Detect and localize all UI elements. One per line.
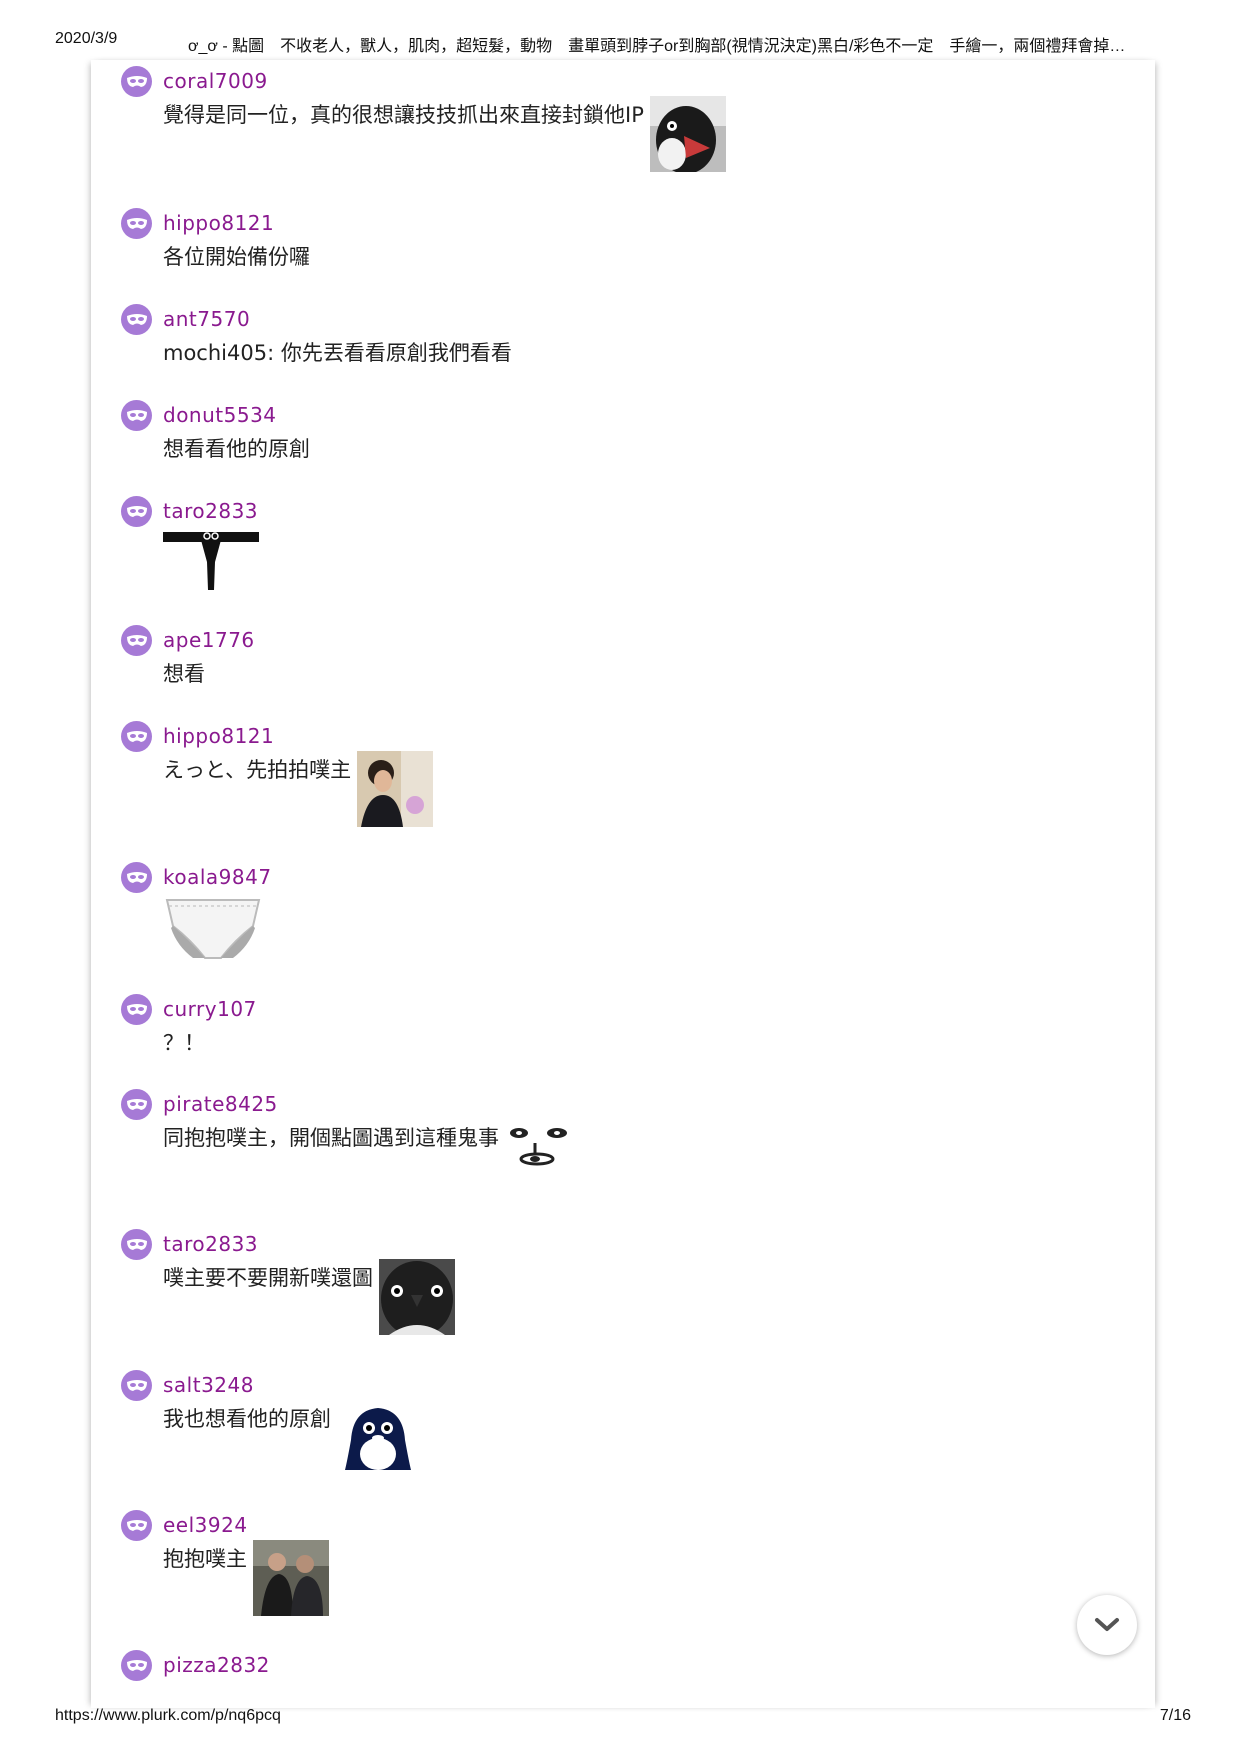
response-text: えっと、先拍拍噗主: [163, 758, 352, 782]
penguin-screaming-photo: [649, 96, 726, 177]
chevron-down-icon: [1095, 1618, 1119, 1631]
response-text: 抱抱噗主: [163, 1547, 247, 1571]
mask-icon[interactable]: [121, 994, 152, 1025]
responses-panel: coral7009 覺得是同一位，真的很想讓技技抓出來直接封鎖他IP hippo…: [91, 60, 1155, 1708]
print-date: 2020/3/9: [55, 30, 118, 47]
username-link[interactable]: donut5534: [163, 403, 277, 427]
response-text: 覺得是同一位，真的很想讓技技抓出來直接封鎖他IP: [163, 103, 644, 127]
mask-icon[interactable]: [121, 496, 152, 527]
response-item: pirate8425 同抱抱噗主，開個點圖遇到這種鬼事: [121, 1089, 567, 1176]
username-link[interactable]: ape1776: [163, 628, 255, 652]
response-item: eel3924 抱抱噗主: [121, 1510, 329, 1621]
print-header: 2020/3/9 ơ_ơ - 點圖 不收老人，獸人，肌肉，超短髮，動物 畫單頭到…: [0, 30, 1240, 60]
response-text: 我也想看他的原創: [163, 1407, 331, 1431]
username-link[interactable]: hippo8121: [163, 211, 274, 235]
penguin-cartoon: [343, 1404, 413, 1479]
username-link[interactable]: salt3248: [163, 1373, 254, 1397]
username-link[interactable]: koala9847: [163, 865, 272, 889]
mask-icon[interactable]: [121, 625, 152, 656]
mask-icon[interactable]: [121, 66, 152, 97]
response-text: mochi405: 你先丟看看原創我們看看: [163, 341, 512, 365]
response-text: 想看看他的原創: [163, 437, 310, 461]
mask-icon[interactable]: [121, 208, 152, 239]
response-item: hippo8121 各位開始備份囉: [121, 208, 310, 272]
response-item: ape1776 想看: [121, 625, 254, 689]
black-thong-drawing: [163, 530, 259, 599]
response-text: 想看: [163, 662, 205, 686]
print-title: ơ_ơ - 點圖 不收老人，獸人，肌肉，超短髮，動物 畫單頭到脖子or到胸部(視…: [188, 38, 1126, 55]
mask-icon[interactable]: [121, 400, 152, 431]
response-text: 噗主要不要開新噗還圖: [163, 1266, 373, 1290]
response-item: hippo8121 えっと、先拍拍噗主: [121, 721, 434, 832]
username-link[interactable]: pirate8425: [163, 1092, 278, 1116]
mask-icon[interactable]: [121, 304, 152, 335]
penguin-closeup-photo: [379, 1259, 455, 1340]
response-item: taro2833: [121, 496, 259, 599]
mask-icon[interactable]: [121, 862, 152, 893]
response-item: koala9847: [121, 862, 271, 967]
response-text: 各位開始備份囉: [163, 245, 310, 269]
username-link[interactable]: ant7570: [163, 307, 250, 331]
username-link[interactable]: curry107: [163, 997, 257, 1021]
man-photo: [357, 751, 434, 832]
mask-icon[interactable]: [121, 1370, 152, 1401]
print-url: https://www.plurk.com/p/nq6pcq: [55, 1707, 281, 1724]
response-item: taro2833 噗主要不要開新噗還圖: [121, 1229, 455, 1340]
shocked-face-doodle: [505, 1123, 575, 1176]
mask-icon[interactable]: [121, 1089, 152, 1120]
mask-icon[interactable]: [121, 721, 152, 752]
print-page-number: 7/16: [1159, 1707, 1191, 1724]
username-link[interactable]: taro2833: [163, 1232, 258, 1256]
mask-icon[interactable]: [121, 1229, 152, 1260]
scroll-down-button[interactable]: [1077, 1595, 1137, 1655]
response-text: ？！: [163, 1031, 205, 1055]
print-footer: https://www.plurk.com/p/nq6pcq 7/16: [0, 1707, 1240, 1733]
two-men-photo: [253, 1540, 329, 1621]
response-item: curry107 ？！: [121, 994, 256, 1058]
mask-icon[interactable]: [121, 1510, 152, 1541]
username-link[interactable]: eel3924: [163, 1513, 248, 1537]
response-item: salt3248 我也想看他的原創: [121, 1370, 411, 1479]
username-link[interactable]: coral7009: [163, 69, 268, 93]
response-text: 同抱抱噗主，開個點圖遇到這種鬼事: [163, 1126, 499, 1150]
white-briefs-drawing: [163, 896, 263, 967]
response-item: donut5534 想看看他的原創: [121, 400, 310, 464]
username-link[interactable]: hippo8121: [163, 724, 274, 748]
username-link[interactable]: pizza2832: [163, 1653, 270, 1677]
response-item: ant7570 mochi405: 你先丟看看原創我們看看: [121, 304, 512, 368]
response-item: coral7009 覺得是同一位，真的很想讓技技抓出來直接封鎖他IP: [121, 66, 726, 177]
username-link[interactable]: taro2833: [163, 499, 258, 523]
mask-icon[interactable]: [121, 1650, 152, 1681]
